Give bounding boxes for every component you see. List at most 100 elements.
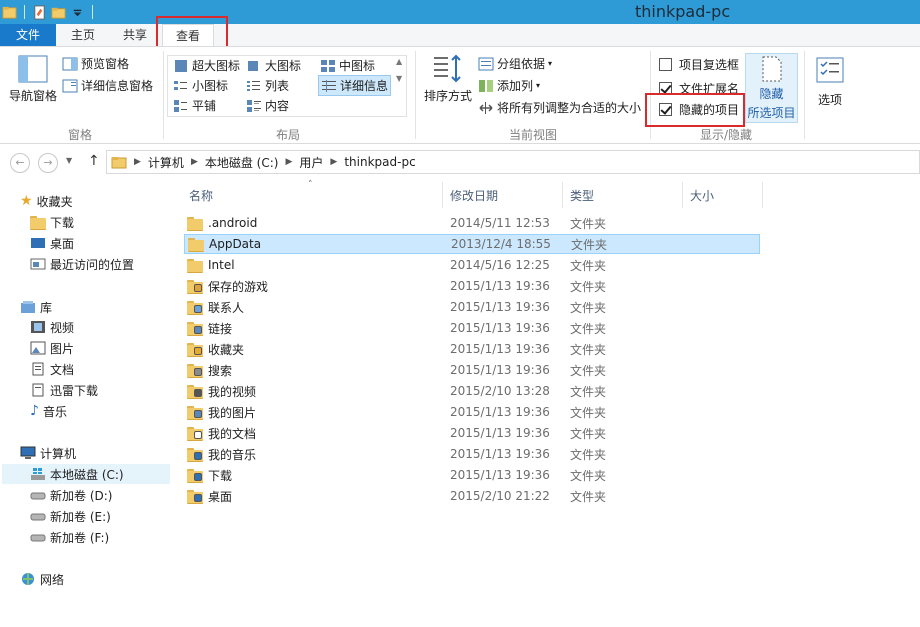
recent-locations-icon[interactable]: ▼ xyxy=(66,156,72,165)
layout-scroll[interactable]: ▲ ▼ xyxy=(396,57,402,83)
scroll-down-icon[interactable]: ▼ xyxy=(396,74,402,83)
file-name-cell: 下载 xyxy=(187,467,232,484)
nav-drive-e[interactable]: 新加卷 (E:) xyxy=(30,506,111,526)
properties-icon[interactable] xyxy=(32,4,47,20)
breadcrumb-separator[interactable]: ▶ xyxy=(191,157,198,167)
layout-label: 大图标 xyxy=(265,59,302,73)
breadcrumb-users[interactable]: 用户 xyxy=(299,154,323,171)
scroll-up-icon[interactable]: ▲ xyxy=(396,57,402,66)
tab-file[interactable]: 文件 xyxy=(0,24,56,46)
file-type: 文件夹 xyxy=(570,216,607,231)
nav-documents[interactable]: 文档 xyxy=(30,359,74,379)
nav-documents-label: 文档 xyxy=(50,362,75,377)
layout-large-icons[interactable]: 大图标 xyxy=(246,57,301,74)
forward-button[interactable]: → xyxy=(38,153,58,173)
nav-drive-e-label: 新加卷 (E:) xyxy=(50,509,111,524)
breadcrumb-user-folder[interactable]: thinkpad-pc xyxy=(344,155,415,169)
layout-label: 小图标 xyxy=(192,79,229,93)
details-pane-button[interactable]: 详细信息窗格 xyxy=(62,77,153,94)
new-folder-icon[interactable] xyxy=(51,5,66,20)
nav-pictures[interactable]: 图片 xyxy=(30,338,74,358)
breadcrumb-separator[interactable]: ▶ xyxy=(134,157,141,167)
file-row[interactable]: 我的图片 2015/1/13 19:36 文件夹 xyxy=(184,402,760,422)
layout-extra-large-icons[interactable]: 超大图标 xyxy=(173,57,240,74)
file-row[interactable]: 我的音乐 2015/1/13 19:36 文件夹 xyxy=(184,444,760,464)
file-row[interactable]: AppData 2013/12/4 18:55 文件夹 xyxy=(184,234,760,254)
group-by-button[interactable]: 分组依据 ▾ xyxy=(478,55,552,72)
breadcrumb-separator[interactable]: ▶ xyxy=(285,157,292,167)
file-row[interactable]: Intel 2014/5/16 12:25 文件夹 xyxy=(184,255,760,275)
preview-pane-button[interactable]: 预览窗格 xyxy=(62,55,129,72)
file-type: 文件夹 xyxy=(570,489,607,504)
nav-drive-f[interactable]: 新加卷 (F:) xyxy=(30,527,109,547)
file-name: 链接 xyxy=(208,321,233,336)
file-name-cell: 联系人 xyxy=(187,299,244,316)
file-type: 文件夹 xyxy=(570,468,607,483)
nav-libraries[interactable]: 库 xyxy=(20,297,52,317)
layout-small-icons[interactable]: 小图标 xyxy=(173,77,228,94)
layout-content[interactable]: 内容 xyxy=(246,97,289,114)
customize-dropdown-icon[interactable] xyxy=(70,5,85,20)
folder-icon xyxy=(188,237,204,252)
file-row[interactable]: 搜索 2015/1/13 19:36 文件夹 xyxy=(184,360,760,380)
nav-downloads[interactable]: 下载 xyxy=(30,212,74,232)
column-header-name[interactable]: 名称 xyxy=(189,186,213,206)
file-row[interactable]: 收藏夹 2015/1/13 19:36 文件夹 xyxy=(184,339,760,359)
nav-music[interactable]: ♪ 音乐 xyxy=(30,401,67,421)
breadcrumb-separator[interactable]: ▶ xyxy=(330,157,337,167)
navigation-pane-button[interactable]: 导航窗格 xyxy=(6,53,60,104)
details-pane-icon xyxy=(62,79,78,92)
item-checkboxes-label: 项目复选框 xyxy=(679,58,740,72)
file-date: 2015/1/13 19:36 xyxy=(450,279,550,293)
item-checkboxes-checkbox[interactable] xyxy=(659,58,672,71)
breadcrumb-computer[interactable]: 计算机 xyxy=(148,154,184,171)
documents-icon xyxy=(32,362,44,376)
file-row[interactable]: 我的视频 2015/2/10 13:28 文件夹 xyxy=(184,381,760,401)
item-checkboxes-toggle[interactable]: 项目复选框 xyxy=(659,56,739,73)
file-row[interactable]: 下载 2015/1/13 19:36 文件夹 xyxy=(184,465,760,485)
tab-home[interactable]: 主页 xyxy=(62,24,104,46)
sort-by-button[interactable]: 排序方式 xyxy=(422,53,474,104)
layout-details[interactable]: 详细信息 xyxy=(318,75,392,96)
file-row[interactable]: 链接 2015/1/13 19:36 文件夹 xyxy=(184,318,760,338)
file-row[interactable]: .android 2014/5/11 12:53 文件夹 xyxy=(184,213,760,233)
file-type: 文件夹 xyxy=(570,300,607,315)
nav-thunder-downloads[interactable]: 迅雷下载 xyxy=(30,380,98,400)
nav-videos[interactable]: 视频 xyxy=(30,317,74,337)
file-row[interactable]: 联系人 2015/1/13 19:36 文件夹 xyxy=(184,297,760,317)
options-button[interactable]: 选项 xyxy=(812,55,848,108)
address-bar[interactable]: ▶ 计算机 ▶ 本地磁盘 (C:) ▶ 用户 ▶ thinkpad-pc xyxy=(106,150,920,174)
nav-favorites-label: 收藏夹 xyxy=(36,194,73,209)
file-row[interactable]: 我的文档 2015/1/13 19:36 文件夹 xyxy=(184,423,760,443)
column-header-size[interactable]: 大小 xyxy=(690,186,714,206)
ribbon-tabs: 文件 主页 共享 查看 xyxy=(0,24,920,46)
options-icon xyxy=(816,57,844,83)
computer-icon xyxy=(20,446,36,459)
up-arrow-icon[interactable]: ↑ xyxy=(88,153,100,169)
file-date: 2015/1/13 19:36 xyxy=(450,300,550,314)
layout-tiles[interactable]: 平铺 xyxy=(173,97,216,114)
add-columns-button[interactable]: 添加列 ▾ xyxy=(478,77,540,94)
nav-drive-d[interactable]: 新加卷 (D:) xyxy=(30,485,112,505)
file-name: 我的音乐 xyxy=(208,447,257,462)
breadcrumb-drive-c[interactable]: 本地磁盘 (C:) xyxy=(205,154,279,171)
nav-desktop[interactable]: 桌面 xyxy=(30,233,74,253)
nav-network[interactable]: 网络 xyxy=(20,569,64,589)
file-date: 2015/2/10 21:22 xyxy=(450,489,550,503)
column-header-type[interactable]: 类型 xyxy=(570,186,594,206)
nav-computer[interactable]: 计算机 xyxy=(20,443,76,463)
hide-selected-items-button[interactable]: 隐藏 所选项目 xyxy=(745,53,798,123)
file-row[interactable]: 桌面 2015/2/10 21:22 文件夹 xyxy=(184,486,760,506)
layout-group-label: 布局 xyxy=(276,128,301,142)
nav-recent-places-label: 最近访问的位置 xyxy=(50,257,135,272)
nav-favorites[interactable]: ★ 收藏夹 xyxy=(20,191,73,211)
nav-recent-places[interactable]: 最近访问的位置 xyxy=(30,254,134,274)
file-row[interactable]: 保存的游戏 2015/1/13 19:36 文件夹 xyxy=(184,276,760,296)
back-button[interactable]: ← xyxy=(10,153,30,173)
tab-share[interactable]: 共享 xyxy=(114,24,156,46)
column-header-modified[interactable]: 修改日期 xyxy=(450,186,498,206)
layout-medium-icons[interactable]: 中图标 xyxy=(320,57,375,74)
size-all-columns-button[interactable]: 将所有列调整为合适的大小 xyxy=(478,99,641,116)
nav-drive-c[interactable]: 本地磁盘 (C:) xyxy=(2,464,170,484)
layout-list[interactable]: 列表 xyxy=(246,77,289,94)
